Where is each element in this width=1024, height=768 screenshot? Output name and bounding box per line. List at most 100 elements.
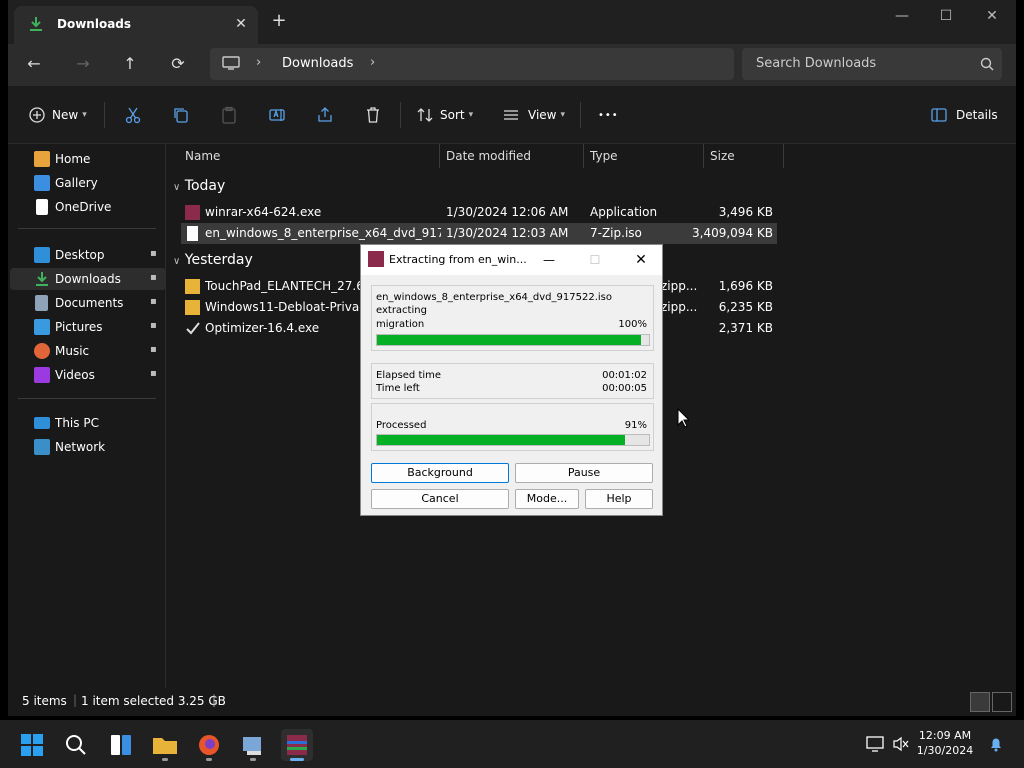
forward-button[interactable]: → [71,53,95,75]
chevron-right-icon[interactable]: › [256,55,261,70]
group-header-yesterday[interactable]: ∨ Yesterday [173,252,253,268]
sidebar-item-this-pc[interactable]: This PC [10,412,166,434]
widgets-button[interactable] [105,729,137,761]
table-row[interactable]: en_windows_8_enterprise_x64_dvd_91752...… [181,223,777,244]
computer-icon [34,417,50,429]
windows-logo-icon [21,734,43,756]
new-button[interactable]: New ▾ [28,104,87,126]
dialog-title: Extracting from en_win... [389,253,527,266]
winrar-taskbar-button[interactable] [281,729,313,761]
sidebar-item-documents[interactable]: Documents ▪ [10,292,166,314]
display-icon[interactable] [866,736,884,752]
breadcrumb-downloads[interactable]: Downloads [282,56,353,71]
address-bar[interactable]: › Downloads › [210,48,734,80]
computer-icon [222,56,240,70]
elapsed-value: 00:01:02 [602,370,647,381]
sort-button[interactable]: Sort ▾ [416,104,473,126]
pin-icon[interactable]: ▪ [150,248,157,259]
column-divider[interactable] [583,144,584,168]
current-progress-bar [376,334,650,346]
minimize-button[interactable]: — [882,6,922,26]
sidebar-item-downloads[interactable]: Downloads ▪ [10,268,166,290]
delete-button[interactable] [364,104,382,126]
sidebar-item-onedrive[interactable]: OneDrive [10,196,166,218]
command-bar: New ▾ Sort ▾ View ▾ ••• Details [8,86,1016,144]
pin-icon[interactable]: ▪ [150,320,157,331]
file-explorer-taskbar-button[interactable] [149,729,181,761]
pin-icon[interactable]: ▪ [150,272,157,283]
sidebar-item-desktop[interactable]: Desktop ▪ [10,244,166,266]
back-button[interactable]: ← [22,53,46,75]
sidebar-item-home[interactable]: Home [10,148,166,170]
sidebar-item-label: Network [55,440,106,454]
tiles-view-toggle[interactable] [992,692,1012,712]
maximize-button[interactable]: ☐ [926,6,966,26]
sidebar-item-videos[interactable]: Videos ▪ [10,364,166,386]
sidebar-item-label: This PC [55,416,99,430]
dialog-maximize-button[interactable]: ☐ [583,250,607,270]
sidebar-item-music[interactable]: Music ▪ [10,340,166,362]
close-button[interactable]: ✕ [972,6,1012,26]
volume-muted-icon[interactable] [892,736,910,752]
column-header-name[interactable]: Name [185,149,220,163]
start-button[interactable] [16,729,48,761]
refresh-button[interactable]: ⟳ [166,53,190,75]
sidebar-item-pictures[interactable]: Pictures ▪ [10,316,166,338]
details-button[interactable]: Details [930,104,998,126]
column-header-date[interactable]: Date modified [446,149,531,163]
pin-icon[interactable]: ▪ [150,296,157,307]
file-size: 6,235 KB [718,300,773,314]
chevron-right-icon[interactable]: › [370,55,375,70]
copy-button[interactable] [172,104,190,126]
more-options-button[interactable]: ••• [598,104,619,126]
chevron-down-icon: ▾ [560,110,566,120]
view-button[interactable]: View ▾ [502,104,565,126]
new-tab-button[interactable]: + [270,12,288,30]
elapsed-label: Elapsed time [376,370,442,381]
dialog-close-button[interactable]: ✕ [629,250,653,270]
up-button[interactable]: ↑ [118,53,142,75]
cancel-button[interactable]: Cancel [371,489,509,509]
file-type: zipp... [661,279,698,293]
paste-button[interactable] [220,104,238,126]
file-type: Application [590,205,658,219]
mode-button[interactable]: Mode... [515,489,579,509]
search-input[interactable]: Search Downloads [742,48,1002,80]
group-header-today[interactable]: ∨ Today [173,178,225,194]
column-divider[interactable] [703,144,704,168]
firefox-taskbar-button[interactable] [193,729,225,761]
table-row[interactable]: winrar-x64-624.exe 1/30/2024 12:06 AM Ap… [181,202,777,223]
sidebar-item-label: Home [55,152,91,166]
title-bar: Downloads ✕ + — ☐ ✕ [8,0,1016,44]
sidebar-item-gallery[interactable]: Gallery [10,172,166,194]
details-view-toggle[interactable] [970,692,990,712]
cut-button[interactable] [124,104,142,126]
sidebar-item-network[interactable]: Network [10,436,166,458]
share-button[interactable] [316,104,334,126]
column-header-size[interactable]: Size [710,149,735,163]
system-clock[interactable]: 12:09 AM 1/30/2024 [912,728,978,758]
notification-bell-icon[interactable] [988,736,1004,752]
clipboard-icon [222,106,236,124]
scissors-icon [125,107,141,124]
pin-icon[interactable]: ▪ [150,368,157,379]
pin-icon[interactable]: ▪ [150,344,157,355]
background-button[interactable]: Background [371,463,509,483]
tab-close-icon[interactable]: ✕ [232,15,250,33]
tab-downloads[interactable]: Downloads ✕ [14,6,258,44]
winrar-icon [287,735,307,755]
column-divider[interactable] [439,144,440,168]
progress-fill [377,435,625,445]
column-header-type[interactable]: Type [590,149,618,163]
pause-button[interactable]: Pause [515,463,653,483]
dialog-minimize-button[interactable]: — [537,250,561,270]
videos-icon [34,367,50,383]
sidebar-item-label: Documents [55,296,124,310]
processed-percent: 91% [624,420,647,431]
search-button[interactable] [60,729,92,761]
column-divider[interactable] [783,144,784,168]
gallery-icon [34,175,50,191]
help-button[interactable]: Help [585,489,653,509]
rename-button[interactable] [268,104,286,126]
setup-taskbar-button[interactable] [237,729,269,761]
